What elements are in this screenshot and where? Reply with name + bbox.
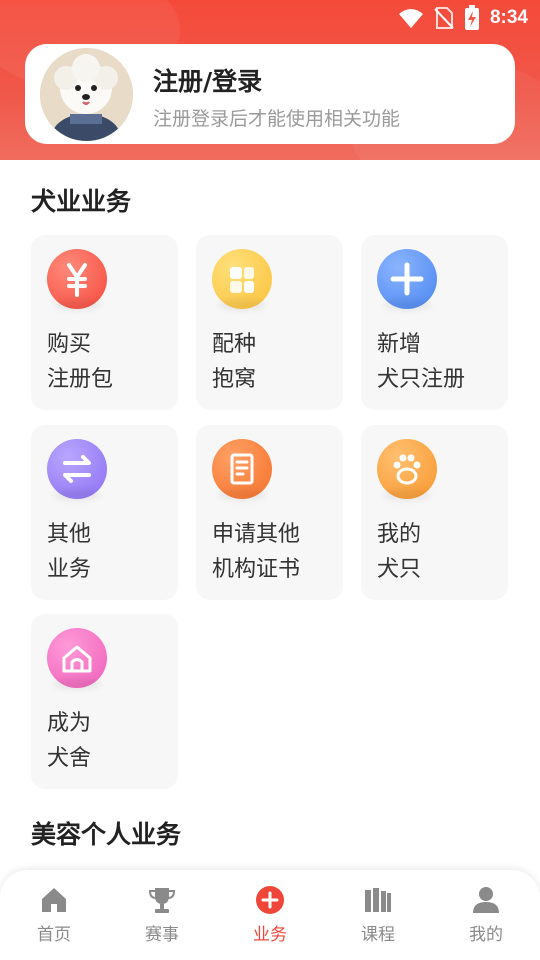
tile-label-line1: 成为 bbox=[47, 711, 92, 736]
books-icon bbox=[365, 888, 391, 912]
blocks-icon bbox=[212, 249, 272, 309]
tile-label-line2: 机构证书 bbox=[212, 557, 301, 582]
tile-label-line2: 犬舍 bbox=[47, 746, 92, 771]
nav-mine[interactable]: 我的 bbox=[446, 884, 526, 945]
tile-buy-registration-pack[interactable]: 购买 注册包 bbox=[31, 235, 178, 410]
nav-label: 我的 bbox=[469, 925, 503, 945]
nav-business[interactable]: 业务 bbox=[230, 884, 310, 945]
certificate-icon bbox=[212, 439, 272, 499]
paw-icon bbox=[377, 439, 437, 499]
tile-new-dog-registration[interactable]: 新增 犬只注册 bbox=[361, 235, 508, 410]
tile-label-line1: 申请其他 bbox=[212, 522, 301, 547]
nav-label: 首页 bbox=[37, 925, 71, 945]
tile-apply-other-certificate[interactable]: 申请其他 机构证书 bbox=[196, 425, 343, 600]
login-title[interactable]: 注册/登录 bbox=[153, 62, 262, 98]
section-title-dog-business: 犬业业务 bbox=[31, 187, 132, 216]
no-sim-icon bbox=[434, 7, 454, 29]
tile-label-line1: 配种 bbox=[212, 332, 257, 357]
nav-home[interactable]: 首页 bbox=[14, 884, 94, 945]
login-card[interactable]: 注册/登录 注册登录后才能使用相关功能 bbox=[25, 44, 515, 144]
trophy-icon bbox=[148, 888, 176, 913]
add-circle-icon bbox=[256, 886, 284, 914]
swap-icon bbox=[47, 439, 107, 499]
nav-courses[interactable]: 课程 bbox=[338, 884, 418, 945]
tile-label-line1: 我的 bbox=[377, 522, 422, 547]
user-icon bbox=[473, 887, 499, 913]
tile-my-dogs[interactable]: 我的 犬只 bbox=[361, 425, 508, 600]
avatar[interactable] bbox=[40, 48, 133, 141]
section-title-grooming: 美容个人业务 bbox=[31, 820, 182, 849]
tile-label-line1: 其他 bbox=[47, 522, 92, 547]
tile-label-line2: 注册包 bbox=[47, 367, 114, 392]
tile-other-business[interactable]: 其他 业务 bbox=[31, 425, 178, 600]
nav-label: 赛事 bbox=[145, 925, 179, 945]
nav-label: 课程 bbox=[361, 925, 395, 945]
plus-icon bbox=[377, 249, 437, 309]
yen-icon bbox=[47, 249, 107, 309]
login-subtitle: 注册登录后才能使用相关功能 bbox=[153, 108, 401, 130]
status-time: 8:34 bbox=[489, 7, 528, 28]
status-bar: 8:34 bbox=[0, 0, 540, 36]
tile-label-line1: 新增 bbox=[377, 332, 422, 357]
tile-label-line1: 购买 bbox=[47, 332, 92, 357]
tile-label-line2: 业务 bbox=[47, 557, 92, 582]
kennel-icon bbox=[47, 628, 107, 688]
battery-charging-icon bbox=[464, 5, 479, 30]
nav-events[interactable]: 赛事 bbox=[122, 884, 202, 945]
wifi-icon bbox=[398, 9, 423, 28]
tile-become-kennel[interactable]: 成为 犬舍 bbox=[31, 614, 178, 789]
tile-label-line2: 抱窝 bbox=[212, 367, 257, 392]
bottom-nav: 首页 赛事 业务 课程 我的 bbox=[0, 870, 540, 960]
home-icon bbox=[42, 888, 66, 912]
nav-label: 业务 bbox=[253, 925, 287, 945]
tile-label-line2: 犬只 bbox=[377, 557, 422, 582]
tile-label-line2: 犬只注册 bbox=[377, 367, 466, 392]
tile-breeding-litter[interactable]: 配种 抱窝 bbox=[196, 235, 343, 410]
